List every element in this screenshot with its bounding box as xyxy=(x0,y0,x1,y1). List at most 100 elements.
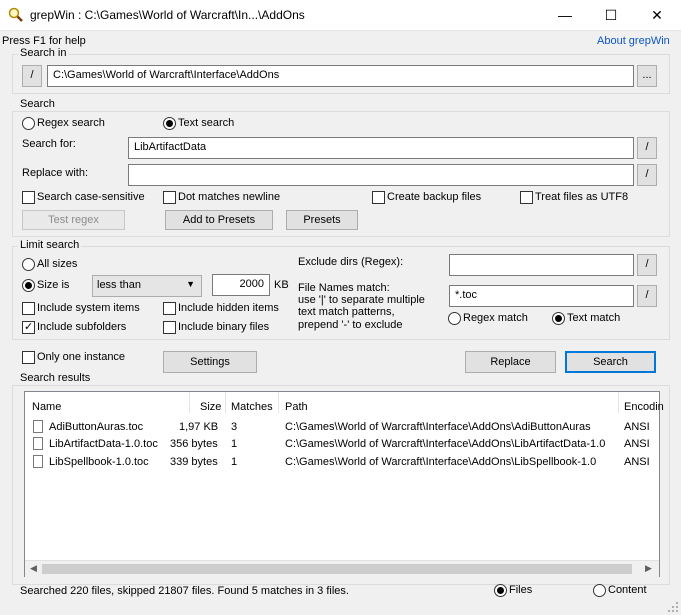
column-divider[interactable] xyxy=(278,392,279,413)
search-for-input[interactable]: LibArtifactData xyxy=(128,137,634,159)
file-icon xyxy=(33,420,43,433)
row-size: 339 bytes xyxy=(170,456,218,468)
replace-button[interactable]: Replace xyxy=(465,351,556,373)
scroll-right-icon[interactable]: ▶ xyxy=(645,563,652,574)
subfolders-label: Include subfolders xyxy=(37,321,127,333)
hidden-items-checkbox[interactable] xyxy=(163,302,176,315)
search-legend: Search xyxy=(18,98,57,110)
column-divider[interactable] xyxy=(225,392,226,413)
test-regex-button[interactable]: Test regex xyxy=(22,210,125,230)
content-radio[interactable] xyxy=(593,584,606,597)
column-header-size[interactable]: Size xyxy=(200,401,221,413)
row-size: 1,97 KB xyxy=(179,421,219,433)
presets-button[interactable]: Presets xyxy=(286,210,358,230)
search-for-slash-button[interactable]: / xyxy=(637,137,657,159)
results-list[interactable]: Name Size Matches Path Encodin AdiButton… xyxy=(24,391,664,577)
row-matches: 1 xyxy=(231,456,238,468)
row-encoding: ANSI xyxy=(624,456,650,468)
add-to-presets-button[interactable]: Add to Presets xyxy=(165,210,273,230)
text-search-radio[interactable] xyxy=(163,117,176,130)
search-for-label: Search for: xyxy=(22,138,76,150)
search-button[interactable]: Search xyxy=(565,351,656,373)
text-match-radio[interactable] xyxy=(552,312,565,325)
utf8-checkbox[interactable] xyxy=(520,191,533,204)
about-link[interactable]: About grepWin xyxy=(597,35,670,47)
size-operator-select[interactable]: less than ▼ xyxy=(92,275,202,297)
all-sizes-radio[interactable] xyxy=(22,258,35,271)
regex-search-radio[interactable] xyxy=(22,117,35,130)
file-names-hint-1: use '|' to separate multiple xyxy=(298,294,425,306)
minimize-button[interactable]: — xyxy=(542,0,588,30)
file-names-hint-2: text match patterns, xyxy=(298,306,395,318)
file-icon xyxy=(33,455,43,468)
backup-files-label: Create backup files xyxy=(387,191,482,203)
regex-search-label: Regex search xyxy=(37,117,105,129)
row-matches: 3 xyxy=(231,421,238,433)
file-icon xyxy=(33,437,43,450)
case-sensitive-checkbox[interactable] xyxy=(22,191,35,204)
scrollbar-thumb[interactable] xyxy=(42,564,632,574)
row-size: 356 bytes xyxy=(170,438,218,450)
row-path: C:\Games\World of Warcraft\Interface\Add… xyxy=(285,421,591,433)
search-in-slash-button[interactable]: / xyxy=(22,65,42,87)
text-search-label: Text search xyxy=(178,117,235,129)
regex-match-label: Regex match xyxy=(463,312,528,324)
search-in-legend: Search in xyxy=(18,47,69,59)
binary-files-checkbox[interactable] xyxy=(163,321,176,334)
size-operator-value: less than xyxy=(97,279,142,291)
row-name[interactable]: LibArtifactData-1.0.toc xyxy=(49,438,158,450)
backup-files-checkbox[interactable] xyxy=(372,191,385,204)
exclude-dirs-label: Exclude dirs (Regex): xyxy=(298,256,404,268)
dot-newline-checkbox[interactable] xyxy=(163,191,176,204)
case-sensitive-label: Search case-sensitive xyxy=(37,191,145,203)
column-header-path[interactable]: Path xyxy=(285,401,308,413)
all-sizes-label: All sizes xyxy=(37,258,78,270)
maximize-button[interactable]: ☐ xyxy=(588,0,634,30)
one-instance-checkbox[interactable] xyxy=(22,351,35,364)
binary-files-label: Include binary files xyxy=(178,321,270,333)
replace-with-slash-button[interactable]: / xyxy=(637,164,657,186)
column-divider[interactable] xyxy=(618,392,619,413)
exclude-dirs-slash-button[interactable]: / xyxy=(637,254,657,276)
column-divider[interactable] xyxy=(189,392,190,413)
close-button[interactable]: ✕ xyxy=(634,0,680,30)
search-results-legend: Search results xyxy=(18,372,93,384)
file-names-input[interactable]: *.toc xyxy=(449,285,634,307)
column-header-encoding[interactable]: Encodin xyxy=(624,401,664,413)
row-path: C:\Games\World of Warcraft\Interface\Add… xyxy=(285,438,606,450)
file-names-slash-button[interactable]: / xyxy=(637,285,657,307)
hidden-items-label: Include hidden items xyxy=(178,302,279,314)
one-instance-label: Only one instance xyxy=(37,351,126,363)
row-encoding: ANSI xyxy=(624,421,650,433)
replace-with-label: Replace with: xyxy=(22,167,89,179)
title-bar: grepWin : C:\Games\World of Warcraft\In.… xyxy=(0,0,681,31)
file-names-label: File Names match: xyxy=(298,282,390,294)
system-items-label: Include system items xyxy=(37,302,140,314)
size-is-radio[interactable] xyxy=(22,279,35,292)
regex-match-radio[interactable] xyxy=(448,312,461,325)
scroll-left-icon[interactable]: ◀ xyxy=(30,563,37,574)
utf8-label: Treat files as UTF8 xyxy=(535,191,629,203)
column-header-name[interactable]: Name xyxy=(32,401,61,413)
column-header-matches[interactable]: Matches xyxy=(231,401,273,413)
subfolders-checkbox[interactable] xyxy=(22,320,35,334)
size-value-input[interactable]: 2000 xyxy=(212,274,270,296)
row-name[interactable]: LibSpellbook-1.0.toc xyxy=(49,456,149,468)
search-path-input[interactable]: C:\Games\World of Warcraft\Interface\Add… xyxy=(47,65,634,87)
row-name[interactable]: AdiButtonAuras.toc xyxy=(49,421,143,433)
replace-with-input[interactable] xyxy=(128,164,634,186)
window-title: grepWin : C:\Games\World of Warcraft\In.… xyxy=(30,8,305,22)
horizontal-scrollbar[interactable]: ◀ ▶ xyxy=(25,560,659,577)
magnifier-app-icon xyxy=(8,7,23,22)
resize-grip-icon[interactable] xyxy=(667,601,679,613)
settings-button[interactable]: Settings xyxy=(163,351,257,373)
files-label: Files xyxy=(509,584,533,596)
text-match-label: Text match xyxy=(567,312,621,324)
exclude-dirs-input[interactable] xyxy=(449,254,634,276)
system-items-checkbox[interactable] xyxy=(22,302,35,315)
row-matches: 1 xyxy=(231,438,238,450)
files-radio[interactable] xyxy=(494,584,507,597)
content-label: Content xyxy=(608,584,647,596)
limit-search-legend: Limit search xyxy=(18,239,82,251)
browse-button[interactable]: ... xyxy=(637,65,657,87)
